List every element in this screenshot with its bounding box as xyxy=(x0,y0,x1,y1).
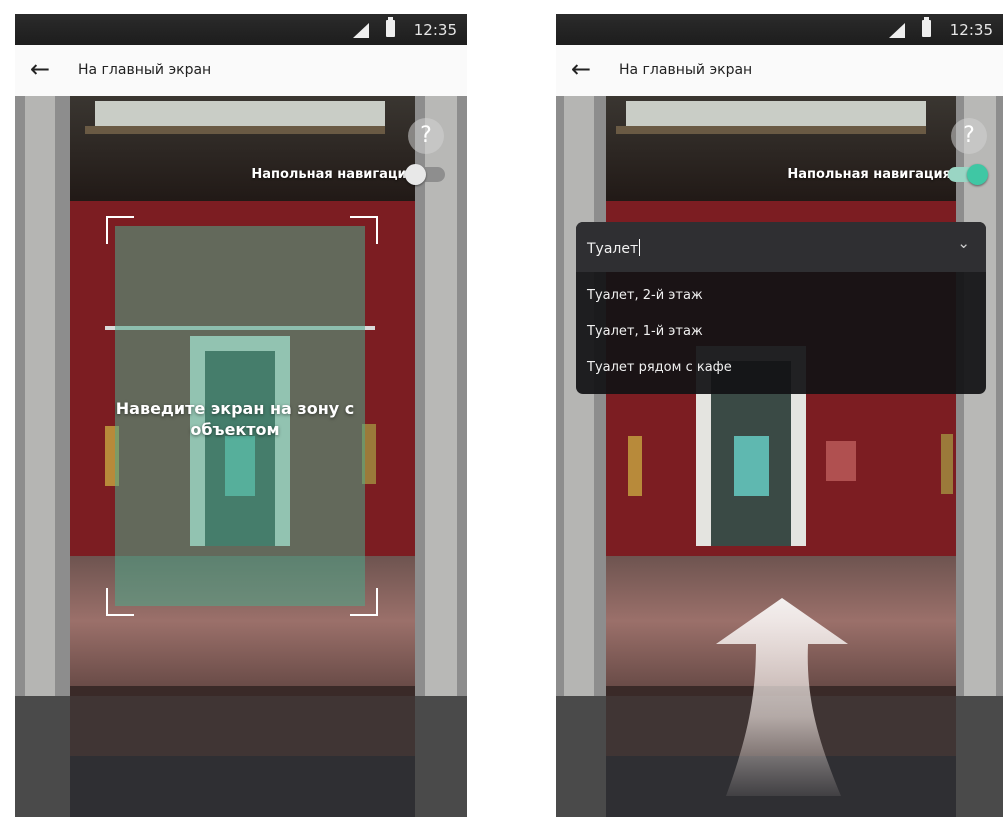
status-time: 12:35 xyxy=(413,21,457,39)
museum-hall-image xyxy=(15,96,467,817)
phone-screen-scan: 12:35 ← На главный экран ? Напольная нав… xyxy=(15,14,467,817)
help-button[interactable]: ? xyxy=(951,118,987,154)
camera-view: ? Напольная навигация Туалет ⌄ Туалет, 2… xyxy=(556,96,1003,817)
scan-hint-text: Наведите экран на зону с объектом xyxy=(115,399,355,439)
status-time: 12:35 xyxy=(949,21,993,39)
dropdown-option[interactable]: Туалет, 2-й этаж xyxy=(576,278,986,314)
floor-navigation-toggle[interactable] xyxy=(948,164,988,185)
app-bar: ← На главный экран xyxy=(556,45,1003,96)
search-input-value: Туалет xyxy=(587,241,639,257)
text-cursor xyxy=(639,239,641,256)
museum-hall-image xyxy=(556,96,1003,817)
help-button[interactable]: ? xyxy=(408,118,444,154)
dropdown-option[interactable]: Туалет, 1-й этаж xyxy=(576,314,986,350)
floor-navigation-label: Напольная навигация xyxy=(251,167,415,182)
toggle-knob xyxy=(967,164,988,185)
status-bar: 12:35 xyxy=(15,14,467,45)
floor-navigation-toggle[interactable] xyxy=(405,164,445,185)
battery-icon xyxy=(922,17,931,37)
back-arrow-icon[interactable]: ← xyxy=(571,55,591,83)
destination-search-input[interactable]: Туалет ⌄ xyxy=(576,222,986,272)
destination-dropdown: Туалет ⌄ Туалет, 2-й этаж Туалет, 1-й эт… xyxy=(576,222,986,394)
signal-icon xyxy=(889,23,905,38)
home-screen-link[interactable]: На главный экран xyxy=(619,62,752,78)
back-arrow-icon[interactable]: ← xyxy=(30,55,50,83)
chevron-down-icon[interactable]: ⌄ xyxy=(957,234,970,252)
toggle-knob xyxy=(405,164,426,185)
floor-navigation-label: Напольная навигация xyxy=(787,167,951,182)
home-screen-link[interactable]: На главный экран xyxy=(78,62,211,78)
signal-icon xyxy=(353,23,369,38)
battery-icon xyxy=(386,17,395,37)
app-bar: ← На главный экран xyxy=(15,45,467,96)
status-bar: 12:35 xyxy=(556,14,1003,45)
dropdown-option[interactable]: Туалет рядом с кафе xyxy=(576,350,986,386)
camera-view: ? Напольная навигация Наведите экран на … xyxy=(15,96,467,817)
phone-screen-navigation: 12:35 ← На главный экран ? Напольная нав… xyxy=(556,14,1003,817)
